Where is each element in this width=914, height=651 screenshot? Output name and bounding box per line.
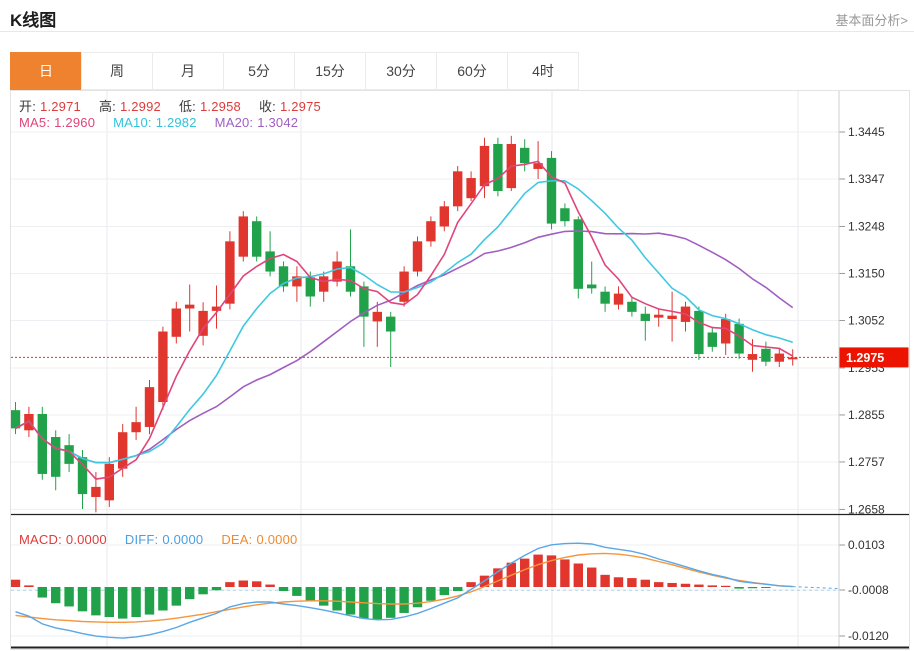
tab-interval-2[interactable]: 月 — [152, 52, 224, 90]
kline-page: { "header": { "title": "K线图", "link": "基… — [0, 0, 914, 651]
fundamental-analysis-link[interactable]: 基本面分析> — [835, 10, 908, 29]
current-price-badge: 1.2975 — [846, 351, 884, 365]
page-title: K线图 — [10, 6, 56, 31]
candlestick-chart[interactable]: 1.34451.33471.32481.31501.30521.29531.28… — [10, 90, 910, 650]
svg-text:-0.0120: -0.0120 — [848, 629, 889, 643]
svg-text:1.2757: 1.2757 — [848, 455, 885, 469]
svg-text:1.3445: 1.3445 — [848, 125, 885, 139]
interval-tab-bar: 日周月5分15分30分60分4时 — [10, 52, 579, 90]
svg-text:1.3248: 1.3248 — [848, 219, 885, 233]
tab-interval-5[interactable]: 30分 — [365, 52, 437, 90]
tab-interval-3[interactable]: 5分 — [223, 52, 295, 90]
tab-interval-7[interactable]: 4时 — [507, 52, 579, 90]
svg-text:0.0103: 0.0103 — [848, 538, 885, 552]
tab-interval-6[interactable]: 60分 — [436, 52, 508, 90]
tab-interval-1[interactable]: 周 — [81, 52, 153, 90]
tab-interval-0[interactable]: 日 — [10, 52, 82, 90]
header-divider — [0, 31, 914, 32]
chart-canvas[interactable]: 1.34451.33471.32481.31501.30521.29531.28… — [11, 91, 909, 649]
svg-text:1.3150: 1.3150 — [848, 266, 885, 280]
svg-text:1.3347: 1.3347 — [848, 172, 885, 186]
tab-interval-4[interactable]: 15分 — [294, 52, 366, 90]
svg-text:1.3052: 1.3052 — [848, 313, 885, 327]
svg-text:-0.0008: -0.0008 — [848, 583, 889, 597]
svg-text:1.2855: 1.2855 — [848, 408, 885, 422]
